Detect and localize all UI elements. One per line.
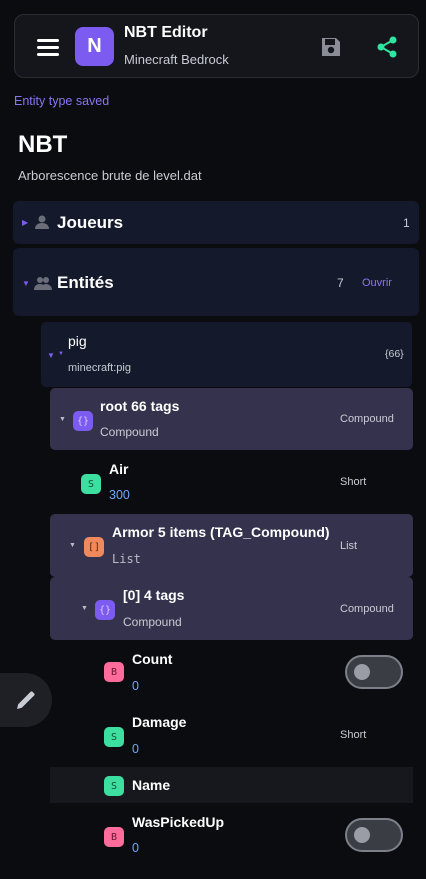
- tree-node-armor[interactable]: ▼ [] Armor 5 items (TAG_Compound) List L…: [50, 514, 413, 577]
- section-joueurs[interactable]: ▶ Joueurs 1: [13, 201, 419, 244]
- node-subtitle: Compound: [100, 425, 159, 439]
- node-type: Short: [340, 729, 367, 741]
- node-type: Compound: [340, 603, 394, 615]
- entity-item-pig[interactable]: ▼ ▼ pig minecraft:pig {66}: [41, 322, 412, 387]
- tree-node-name[interactable]: S Name: [50, 767, 413, 803]
- node-name: Count: [132, 651, 173, 667]
- compound-type-icon: {}: [95, 600, 115, 620]
- entity-tag-count: {66}: [385, 348, 404, 360]
- section-entites[interactable]: ▼ Entités 7 Ouvrir: [13, 248, 419, 316]
- node-subtitle: List: [112, 552, 141, 566]
- section-title: Joueurs: [57, 213, 124, 232]
- expand-right-icon: ▶: [22, 218, 29, 227]
- short-type-icon: S: [104, 727, 124, 747]
- open-button[interactable]: Ouvrir: [362, 277, 392, 289]
- node-value: 300: [109, 488, 130, 502]
- expand-down-icon: ▼: [22, 279, 30, 288]
- status-message: Entity type saved: [14, 94, 110, 108]
- toggle-knob: [354, 664, 370, 680]
- app-bar: N NBT Editor Minecraft Bedrock: [14, 14, 419, 78]
- node-name: root 66 tags: [100, 398, 180, 414]
- node-subtitle: Compound: [123, 615, 182, 629]
- short-type-icon: S: [81, 474, 101, 494]
- node-type: List: [340, 540, 358, 552]
- save-icon[interactable]: [320, 36, 342, 58]
- tree-node-item-0[interactable]: ▼ {} [0] 4 tags Compound Compound: [50, 577, 413, 640]
- entity-name: pig: [68, 333, 87, 349]
- hamburger-menu-icon[interactable]: [37, 39, 59, 56]
- page-title: NBT: [18, 131, 68, 158]
- expand-down-icon: ▼: [47, 351, 55, 360]
- node-name: Air: [109, 461, 129, 477]
- node-name: Armor 5 items (TAG_Compound): [112, 524, 330, 540]
- app-subtitle: Minecraft Bedrock: [124, 52, 229, 67]
- expand-down-small-icon: ▼: [58, 351, 64, 357]
- app-logo: N: [75, 27, 114, 66]
- node-type: Compound: [340, 413, 394, 425]
- section-count: 1: [403, 216, 410, 230]
- compound-type-icon: {}: [73, 411, 93, 431]
- pencil-edit-icon: [17, 691, 35, 709]
- expand-down-icon: ▼: [59, 416, 66, 423]
- list-type-icon: []: [84, 537, 104, 557]
- node-value: 0: [132, 841, 139, 855]
- tree-node-count[interactable]: B Count 0: [50, 640, 413, 704]
- byte-type-icon: B: [104, 662, 124, 682]
- page-subtitle: Arborescence brute de level.dat: [18, 168, 202, 183]
- node-value: 0: [132, 742, 139, 756]
- tree-node-waspickedup[interactable]: B WasPickedUp 0: [50, 803, 413, 869]
- node-name: WasPickedUp: [132, 814, 225, 830]
- edit-fab-button[interactable]: [0, 673, 52, 727]
- node-name: [0] 4 tags: [123, 587, 185, 603]
- section-count: 7: [337, 276, 344, 290]
- share-icon[interactable]: [375, 35, 399, 59]
- app-title: NBT Editor: [124, 24, 208, 41]
- node-name: Name: [132, 777, 171, 793]
- tree-node-damage[interactable]: S Damage 0 Short: [50, 704, 413, 767]
- count-toggle[interactable]: [345, 655, 403, 689]
- person-icon: [34, 214, 50, 235]
- expand-down-icon: ▼: [69, 542, 76, 549]
- tree-node-air[interactable]: S Air 300 Short: [50, 450, 413, 514]
- toggle-knob: [354, 827, 370, 843]
- node-name: Damage: [132, 714, 187, 730]
- waspickedup-toggle[interactable]: [345, 818, 403, 852]
- node-type: Short: [340, 476, 367, 488]
- section-title: Entités: [57, 273, 114, 292]
- tree-node-root[interactable]: ▼ {} root 66 tags Compound Compound: [50, 388, 413, 450]
- entity-id: minecraft:pig: [68, 362, 131, 374]
- group-icon: [34, 275, 52, 296]
- short-type-icon: S: [104, 776, 124, 796]
- expand-down-icon: ▼: [81, 605, 88, 612]
- node-value: 0: [132, 679, 139, 693]
- byte-type-icon: B: [104, 827, 124, 847]
